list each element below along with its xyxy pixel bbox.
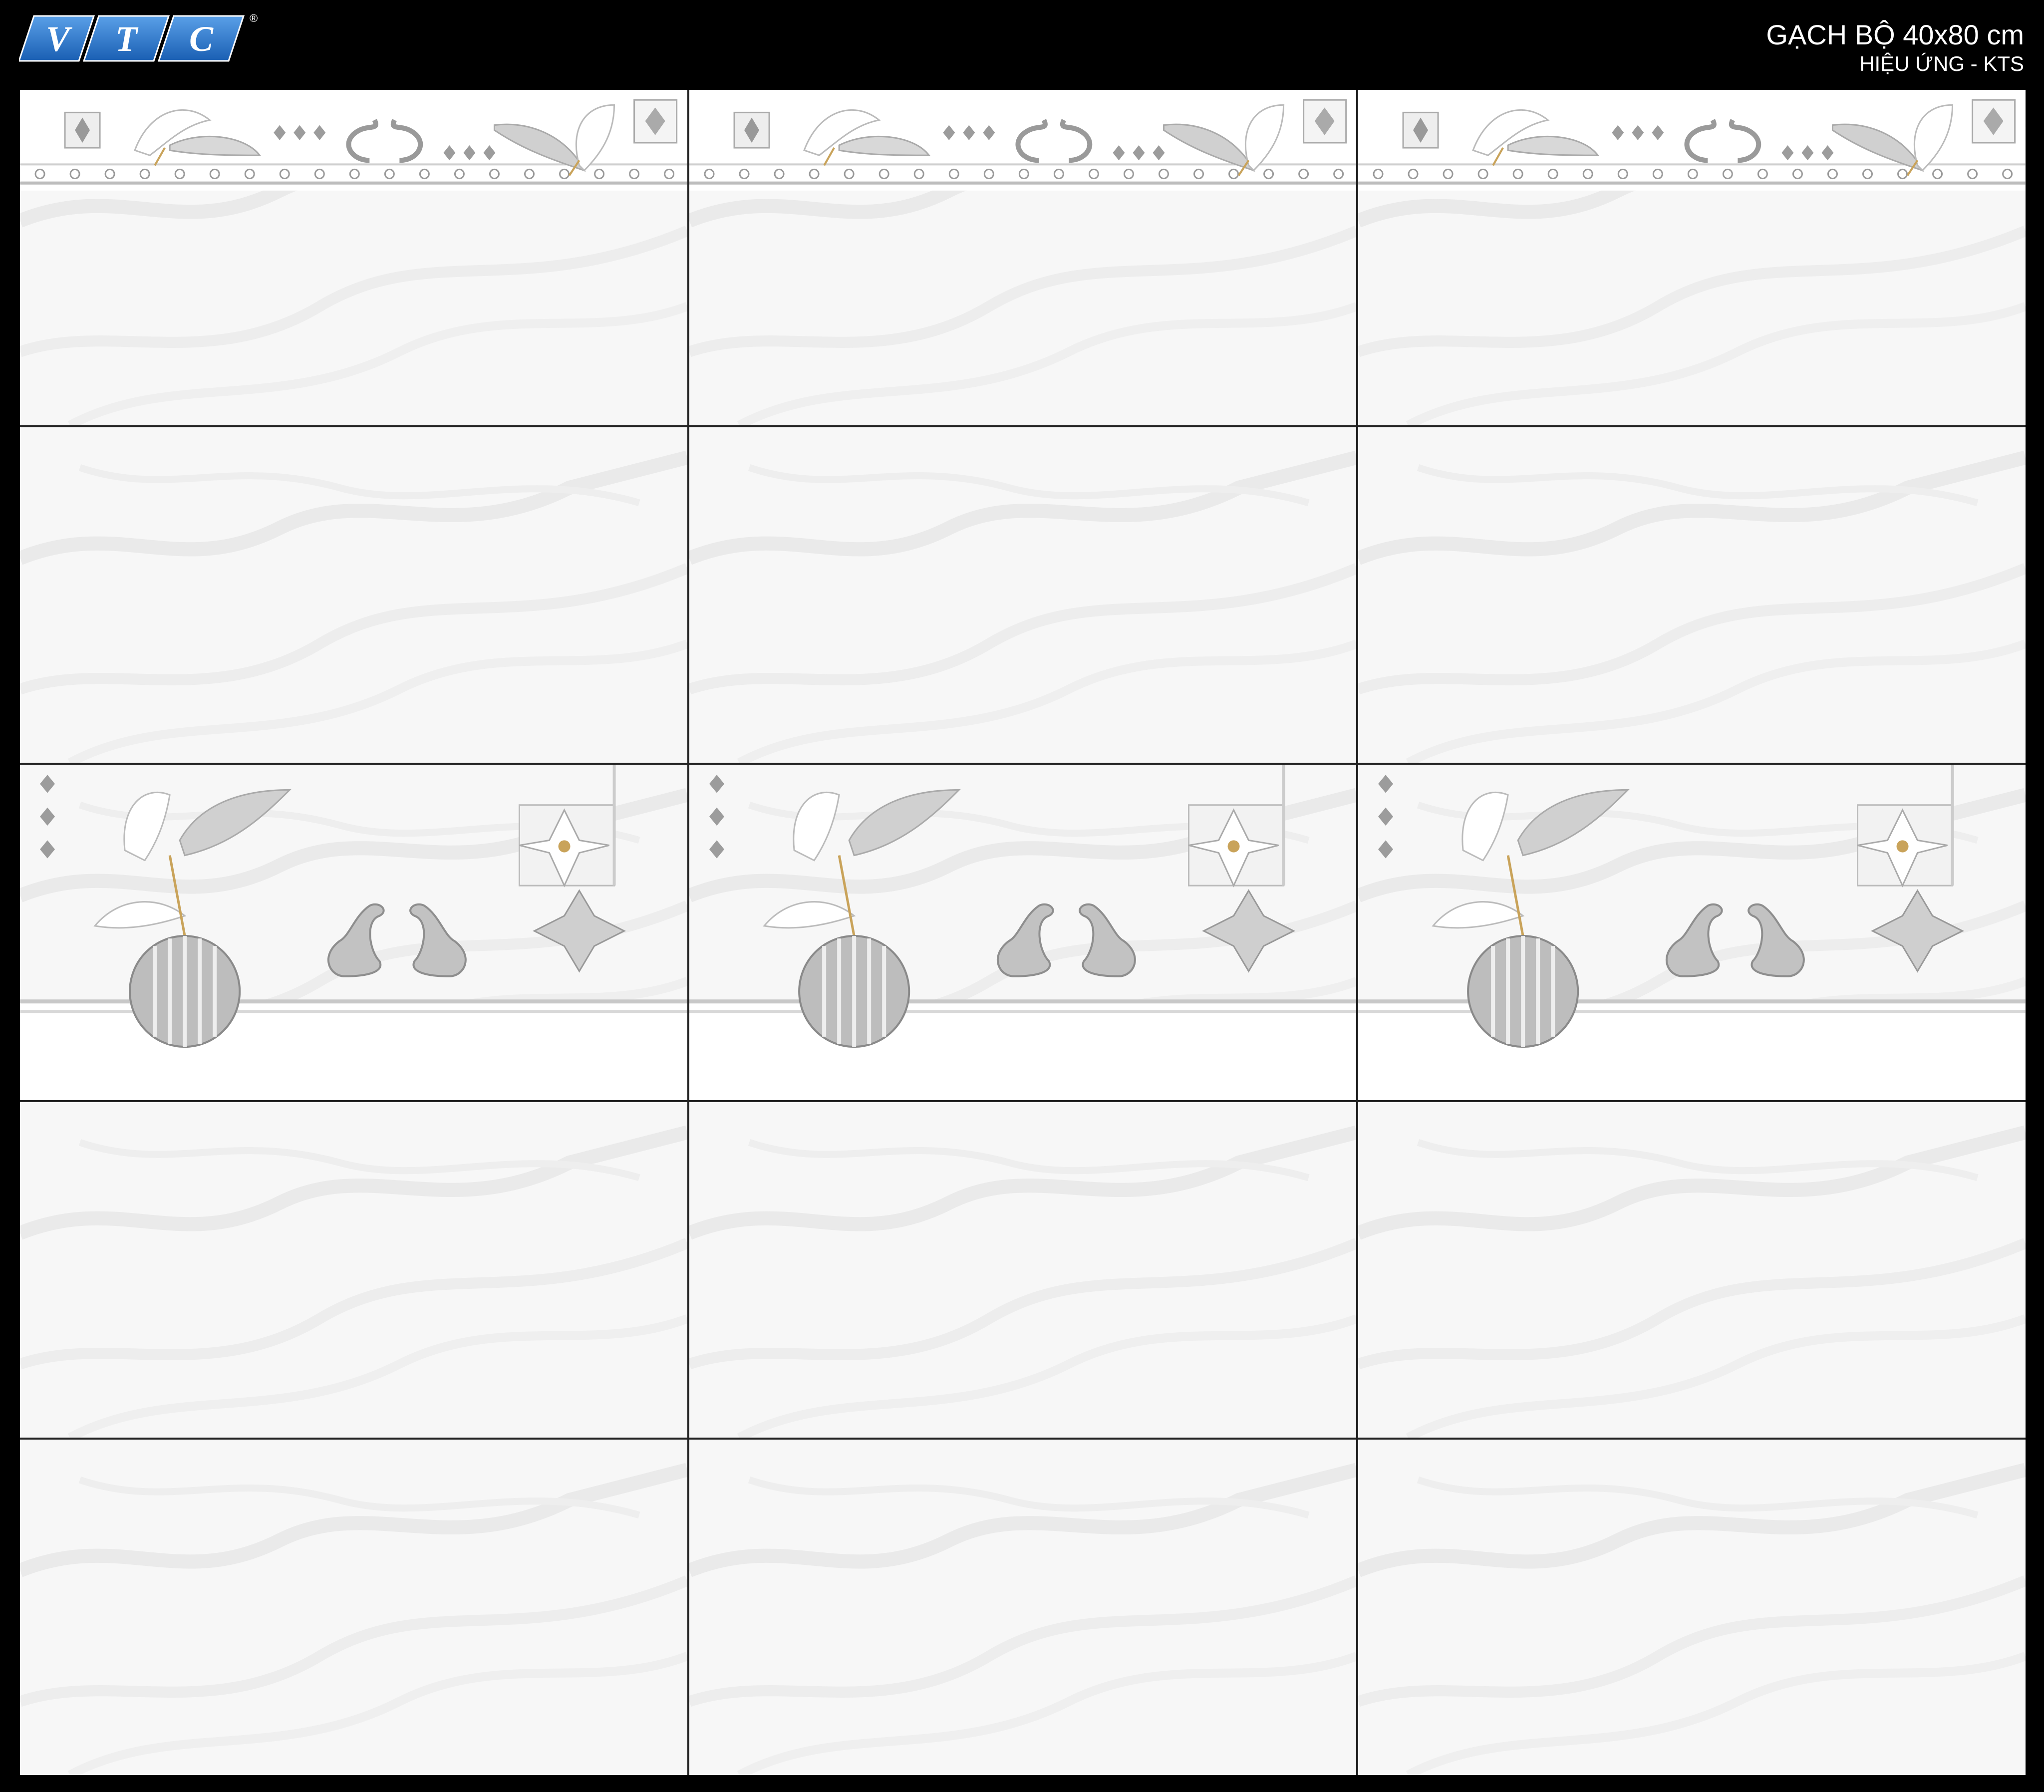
clover-ornament-icon <box>1201 889 1295 973</box>
tile-plain <box>1358 1102 2026 1438</box>
tile-plain <box>689 427 1357 763</box>
clover-ornament-icon <box>1871 889 1965 973</box>
logo-letter-t: T <box>115 19 139 59</box>
magnolia-frame-icon <box>1857 765 1954 888</box>
title-block: GẠCH BỘ 40x80 cm HIỆU ỨNG - KTS <box>1766 19 2024 77</box>
logo-letter-c: C <box>189 19 214 59</box>
tile-plain <box>1358 427 2026 763</box>
tile-plain <box>689 1102 1357 1438</box>
tile-board <box>20 90 2026 1775</box>
page-title: GẠCH BỘ 40x80 cm <box>1766 19 2024 50</box>
tile-plain <box>1358 1440 2026 1775</box>
diamond-ornament-icon <box>709 775 724 859</box>
square-flower-icon <box>1302 99 1347 144</box>
magnolia-frame-icon <box>1187 765 1285 888</box>
tile-feature-decor <box>1358 765 2026 1100</box>
square-flower-icon <box>633 99 678 144</box>
tile-plain <box>20 1102 687 1438</box>
tile-border-decor <box>20 90 687 425</box>
square-flower-icon <box>64 111 101 149</box>
diamond-ornament-icon <box>40 775 55 859</box>
registered-mark: ® <box>250 12 258 24</box>
square-flower-icon <box>1972 99 2016 144</box>
tile-plain <box>689 1440 1357 1775</box>
diamond-ornament-icon <box>1378 775 1394 859</box>
tile-feature-decor <box>689 765 1357 1100</box>
swan-pair-icon <box>996 903 1136 977</box>
swan-pair-icon <box>327 903 467 977</box>
tile-feature-decor <box>20 765 687 1100</box>
tile-border-decor <box>689 90 1357 425</box>
clover-ornament-icon <box>533 889 626 973</box>
tile-plain <box>20 427 687 763</box>
tile-border-decor <box>1358 90 2026 425</box>
swan-pair-icon <box>1666 903 1805 977</box>
magnolia-frame-icon <box>518 765 616 888</box>
vtc-logo-icon: V T C ® <box>19 12 258 62</box>
diamond-ornament-icon <box>1781 145 1834 161</box>
tile-plain <box>20 1440 687 1775</box>
square-flower-icon <box>733 111 770 149</box>
page-subtitle: HIỆU ỨNG - KTS <box>1859 52 2024 75</box>
square-flower-icon <box>1402 111 1439 149</box>
logo-letter-v: V <box>46 19 72 59</box>
